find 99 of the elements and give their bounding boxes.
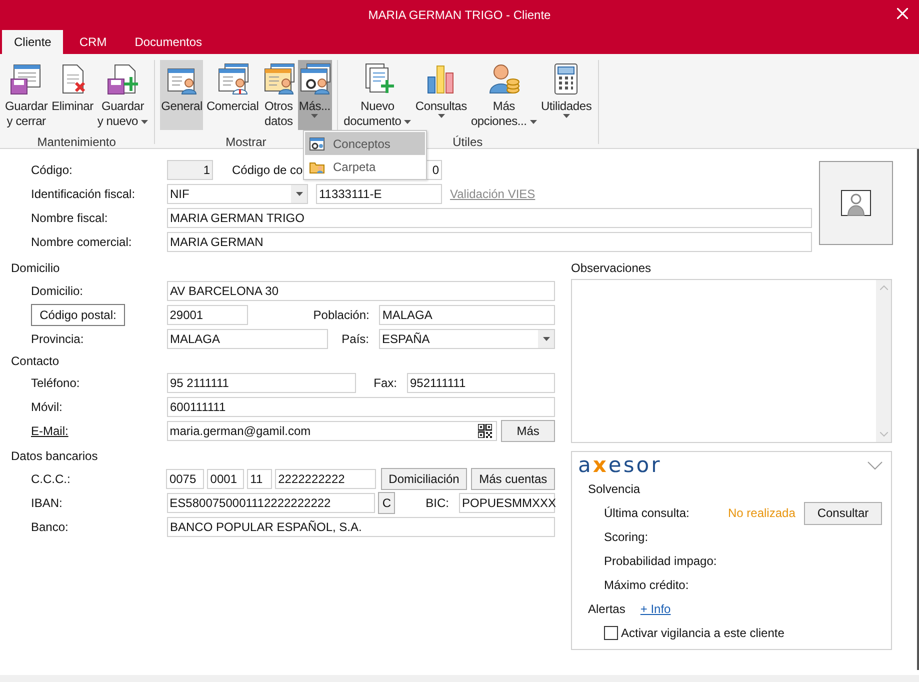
field-label: Población: xyxy=(312,308,370,322)
account-number-field[interactable]: 0001 xyxy=(207,469,244,489)
section-heading: Datos bancarios xyxy=(11,448,99,465)
field-label: Código: xyxy=(31,163,74,177)
iban-field[interactable]: ES5800750001112222222222 xyxy=(166,493,376,513)
trade-name-field[interactable]: MARIA GERMAN xyxy=(167,232,812,252)
person-card-icon xyxy=(262,63,295,95)
field-label: Máximo crédito: xyxy=(604,578,690,592)
phone-field[interactable]: 95 2111111 xyxy=(167,373,356,393)
ribbon-button[interactable]: Más opciones... xyxy=(470,60,538,130)
email-field[interactable]: maria.german@gamil.com xyxy=(166,421,498,441)
photo-frame[interactable] xyxy=(819,161,893,245)
gear-card-icon xyxy=(309,136,325,152)
section-heading: Solvencia xyxy=(588,481,642,498)
email-link[interactable]: E-Mail: xyxy=(31,424,68,438)
qr-code-icon[interactable] xyxy=(478,424,492,438)
field-label: Nombre comercial: xyxy=(31,235,133,249)
mobile-field[interactable]: 600111111 xyxy=(167,397,555,417)
chevron-down-icon[interactable] xyxy=(867,460,883,470)
field-label: Domicilio: xyxy=(31,284,84,298)
notes-field[interactable] xyxy=(571,279,892,443)
iban-check-button[interactable]: C xyxy=(378,492,396,514)
field-label: Provincia: xyxy=(31,332,85,346)
field-label: País: xyxy=(340,332,370,346)
menu-item[interactable]: Carpeta xyxy=(305,155,425,178)
section-heading: Alertas xyxy=(588,602,626,616)
ribbon-button[interactable]: Otros datos xyxy=(262,60,296,130)
checkbox[interactable] xyxy=(604,626,618,640)
status-text: No realizada xyxy=(728,506,796,520)
field-label: BIC: xyxy=(424,496,450,510)
tax-name-field[interactable]: MARIA GERMAN TRIGO xyxy=(167,208,812,228)
fax-field[interactable]: 952111111 xyxy=(407,373,555,393)
save-new-icon xyxy=(106,63,139,95)
window-title: MARIA GERMAN TRIGO - Cliente xyxy=(368,8,551,22)
ribbon-button[interactable]: Consultas xyxy=(414,60,468,130)
province-field[interactable]: MALAGA xyxy=(167,329,328,349)
postal-code-field[interactable]: 29001 xyxy=(166,305,248,325)
close-icon[interactable] xyxy=(897,8,908,19)
more-button[interactable]: Más xyxy=(501,420,555,442)
ribbon-button[interactable]: Guardar y cerrar xyxy=(4,60,49,130)
person-placeholder-icon xyxy=(841,190,871,216)
logo: axesor xyxy=(578,455,662,475)
scroll-up-icon[interactable] xyxy=(880,285,888,290)
field-label: Teléfono: xyxy=(31,376,81,390)
tab[interactable]: Documentos xyxy=(122,30,214,54)
field-label: IBAN: xyxy=(31,496,64,510)
scrollbar[interactable] xyxy=(876,280,891,442)
info-link[interactable]: + Info xyxy=(640,602,671,616)
consult-button[interactable]: Consultar xyxy=(804,502,882,524)
field-label: Banco: xyxy=(31,520,70,534)
country-select[interactable]: ESPAÑA xyxy=(379,329,555,349)
group-label: Útiles xyxy=(452,135,483,149)
field-label: Móvil: xyxy=(31,400,64,414)
bank-button[interactable]: Más cuentas xyxy=(471,468,555,490)
vies-link[interactable]: Validación VIES xyxy=(450,187,536,201)
account-number-field[interactable]: 0075 xyxy=(166,469,204,489)
field-label: Scoring: xyxy=(604,530,650,544)
person-coins-icon xyxy=(488,63,520,95)
code-field[interactable]: 1 xyxy=(167,160,213,180)
ribbon-button[interactable]: Más... xyxy=(298,60,332,130)
field-label: Código de co xyxy=(232,163,303,177)
field-label: Última consulta: xyxy=(604,506,690,520)
scroll-down-icon[interactable] xyxy=(880,432,888,437)
menu-item[interactable]: Conceptos xyxy=(305,132,425,155)
bank-button[interactable]: Domiciliación xyxy=(380,468,468,490)
account-code-field[interactable]: 0 xyxy=(426,160,442,180)
address-field[interactable]: AV BARCELONA 30 xyxy=(167,281,555,301)
field-label: Fax: xyxy=(372,376,398,390)
section-heading: Domicilio xyxy=(11,260,61,277)
group-label: Mostrar xyxy=(226,135,266,149)
person-card-icon xyxy=(216,63,249,95)
caret-icon xyxy=(296,192,302,196)
account-number-field[interactable]: 11 xyxy=(247,469,272,489)
bic-field[interactable]: POPUESMMXXX xyxy=(459,493,556,513)
field-label: Probabilidad impago: xyxy=(604,554,718,568)
section-heading: Observaciones xyxy=(571,260,652,277)
group-label: Mantenimiento xyxy=(37,135,116,149)
tax-id-type-select[interactable]: NIF xyxy=(167,184,308,204)
caret-icon xyxy=(542,337,550,341)
ribbon-button[interactable]: Guardar y nuevo xyxy=(96,60,150,130)
town-field[interactable]: MALAGA xyxy=(379,305,555,325)
ribbon-button[interactable]: General xyxy=(160,60,204,130)
checkbox-label: Activar vigilancia a este cliente xyxy=(621,626,784,640)
tab[interactable]: Cliente xyxy=(2,30,64,54)
person-card-icon xyxy=(298,63,331,95)
field-label: Nombre fiscal: xyxy=(31,211,109,225)
field-label: Identificación fiscal: xyxy=(31,187,136,201)
ribbon-button[interactable]: Utilidades xyxy=(540,60,593,130)
field-label: C.C.C.: xyxy=(31,472,72,486)
tab[interactable]: CRM xyxy=(67,30,119,54)
ribbon-button[interactable]: Nuevo documento xyxy=(342,60,412,130)
account-number-field[interactable]: 2222222222 xyxy=(275,469,376,489)
ribbon-button[interactable]: Comercial xyxy=(205,60,260,130)
postal-code-button[interactable]: Código postal: xyxy=(31,304,125,326)
section-heading: Contacto xyxy=(11,353,60,370)
bank-name-field[interactable]: BANCO POPULAR ESPAÑOL, S.A. xyxy=(167,517,555,537)
tax-id-field[interactable]: 11333111-E xyxy=(316,184,442,204)
save-icon xyxy=(10,63,42,95)
ribbon-button[interactable]: Eliminar xyxy=(50,60,94,130)
